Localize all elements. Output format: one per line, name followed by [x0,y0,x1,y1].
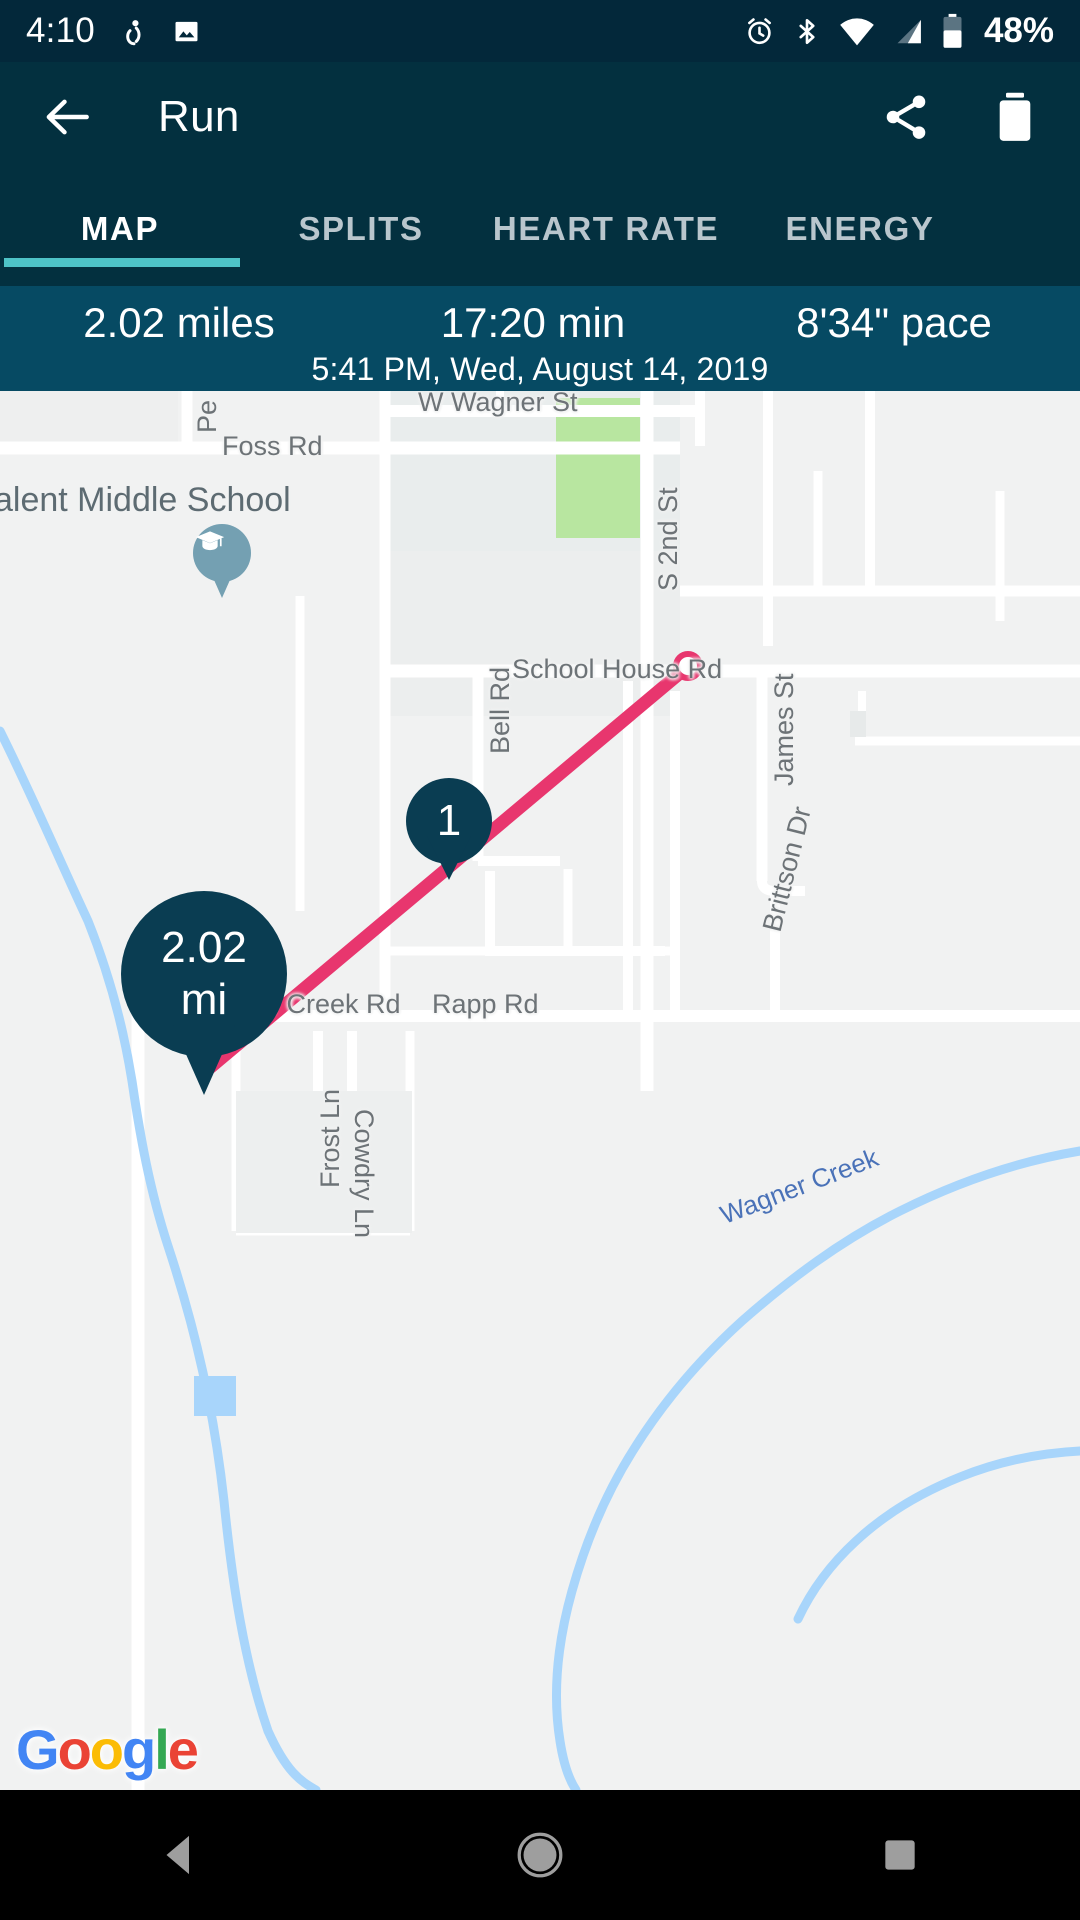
share-icon[interactable] [880,91,932,143]
app-bar-actions [880,90,1040,144]
tab-bar[interactable]: MAP SPLITS HEART RATE ENERGY [0,172,1080,286]
poi-marker-school[interactable] [193,524,251,598]
alarm-icon [743,15,776,48]
run-summary-panel: 2.02 miles 17:20 min 8'34" pace 5:41 PM,… [0,286,1080,391]
map-canvas[interactable]: Pe Foss Rd W Wagner St S 2nd St School H… [0,391,1080,1790]
status-bar-clock: 4:10 [26,11,95,50]
finish-marker-label: 2.02 mi [121,891,287,1057]
nav-home-button[interactable] [360,1790,720,1920]
graduation-cap-icon [193,524,251,582]
tab-map[interactable]: MAP [0,172,240,286]
finish-marker-unit: mi [180,975,228,1024]
signal-icon [892,15,925,48]
stat-duration: 17:20 min [440,299,626,346]
app-bar: Run [0,62,1080,172]
mile-marker-1[interactable]: 1 [406,778,492,880]
mile-marker-1-label: 1 [436,796,462,845]
map-vector-layer [0,391,1080,1790]
delete-icon[interactable] [990,90,1040,144]
run-datetime: 5:41 PM, Wed, August 14, 2019 [311,351,769,387]
image-icon [171,16,202,47]
nav-back-triangle-icon [166,1835,189,1875]
google-attribution: Google [16,1718,199,1781]
tab-heart-rate[interactable]: HEART RATE [482,172,730,286]
status-bar-notification-icons [117,14,202,48]
nav-recents-button[interactable] [720,1790,1080,1920]
nav-back-button[interactable] [0,1790,360,1920]
tab-splits[interactable]: SPLITS [240,172,482,286]
battery-icon [941,13,964,49]
stat-distance: 2.02 miles [83,299,275,346]
system-navigation-bar [0,1790,1080,1920]
tab-energy[interactable]: ENERGY [730,172,990,286]
status-bar-system-icons: 48% [743,11,1054,51]
finish-marker[interactable]: 2.02 mi [121,891,287,1095]
wifi-icon [838,15,876,48]
tab-selected-indicator [4,258,240,267]
status-bar: 4:10 48% [0,0,1080,62]
nav-home-circle-icon [517,1832,563,1878]
back-arrow-icon[interactable] [40,89,96,145]
bluetooth-icon [792,15,822,48]
run-summary-metrics: 2.02 miles 17:20 min 8'34" pace [0,286,1080,347]
stat-pace: 8'34" pace [796,299,992,346]
screenshot-icon [117,14,151,48]
page-title: Run [158,92,240,141]
nav-recents-square-icon [885,1840,915,1870]
finish-marker-value: 2.02 [161,923,247,973]
phone-screen: 4:10 48% Run MAP SPLITS HEART RATE ENERG… [0,0,1080,1920]
battery-percentage: 48% [983,11,1054,50]
